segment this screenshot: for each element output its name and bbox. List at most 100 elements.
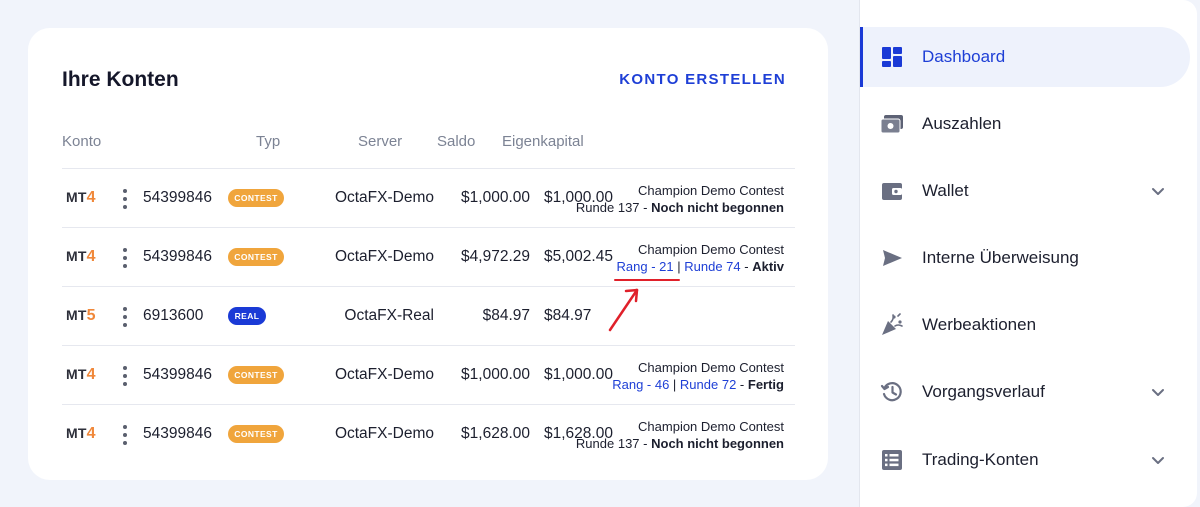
contest-status-line: Rang - 21 | Runde 74 - Aktiv bbox=[617, 258, 784, 275]
contest-round: Runde 137 bbox=[575, 200, 640, 215]
column-header-server: Server bbox=[358, 133, 403, 150]
type-badge: REAL bbox=[228, 307, 266, 325]
accounts-card: Ihre Konten KONTO ERSTELLEN Konto Typ Se… bbox=[28, 28, 828, 480]
platform-name: MT bbox=[66, 366, 87, 382]
annotation-underline bbox=[614, 279, 680, 281]
more-options-icon[interactable] bbox=[120, 189, 130, 209]
sidebar-item-label: Wallet bbox=[922, 181, 969, 200]
type-badge: CONTEST bbox=[228, 366, 284, 384]
history-icon bbox=[880, 380, 904, 404]
contest-name: Champion Demo Contest bbox=[638, 183, 784, 198]
more-options-icon[interactable] bbox=[120, 425, 130, 445]
platform-label: MT4 bbox=[66, 425, 96, 443]
contest-info: Champion Demo Contest Runde 137 - Noch n… bbox=[576, 418, 784, 452]
contest-info: Champion Demo Contest Rang - 46 | Runde … bbox=[612, 359, 784, 393]
chevron-down-icon[interactable] bbox=[1150, 183, 1166, 199]
platform-label: MT4 bbox=[66, 189, 96, 207]
equity-value: $5,002.45 bbox=[544, 248, 613, 265]
sidebar-item-interne-ueberweisung[interactable]: Interne Überweisung bbox=[860, 228, 1190, 288]
balance-value: $84.97 bbox=[482, 307, 530, 324]
column-header-saldo: Saldo bbox=[437, 133, 476, 150]
platform-name: MT bbox=[66, 307, 87, 323]
pipe-separator: | bbox=[673, 259, 685, 274]
contest-status: Noch nicht begonnen bbox=[651, 436, 784, 451]
sidebar-item-vorgangsverlauf[interactable]: Vorgangsverlauf bbox=[860, 362, 1190, 422]
sidebar-item-label: Interne Überweisung bbox=[922, 248, 1079, 267]
contest-status-line: Runde 137 - Noch nicht begonnen bbox=[576, 199, 784, 216]
platform-version: 4 bbox=[86, 425, 96, 442]
platform-label: MT4 bbox=[66, 366, 96, 384]
sidebar-item-label: Dashboard bbox=[922, 47, 1006, 66]
balance-value: $4,972.29 bbox=[461, 248, 530, 265]
server-name: OctaFX-Demo bbox=[334, 425, 434, 442]
server-name: OctaFX-Demo bbox=[334, 366, 434, 383]
contest-status: Noch nicht begonnen bbox=[651, 200, 784, 215]
chevron-down-icon[interactable] bbox=[1150, 384, 1166, 400]
account-number: 54399846 bbox=[143, 248, 212, 265]
sidebar-item-dashboard[interactable]: Dashboard bbox=[860, 27, 1190, 87]
table-row: MT4 54399846 CONTEST OctaFX-Demo $1,000.… bbox=[62, 168, 795, 227]
server-name: OctaFX-Demo bbox=[334, 248, 434, 265]
contest-status-line: Runde 137 - Noch nicht begonnen bbox=[576, 435, 784, 452]
type-badge: CONTEST bbox=[228, 425, 284, 443]
contest-round: Runde 137 bbox=[575, 436, 640, 451]
party-popper-icon bbox=[880, 313, 904, 337]
sidebar-item-label: Trading-Konten bbox=[922, 450, 1039, 469]
send-icon bbox=[880, 246, 904, 270]
type-badge: CONTEST bbox=[228, 248, 284, 266]
contest-info: Champion Demo Contest Rang - 21 | Runde … bbox=[617, 241, 784, 275]
more-options-icon[interactable] bbox=[120, 307, 130, 327]
more-options-icon[interactable] bbox=[120, 366, 130, 386]
account-number: 54399846 bbox=[143, 366, 212, 383]
account-number: 54399846 bbox=[143, 189, 212, 206]
sidebar-item-label: Werbeaktionen bbox=[922, 315, 1037, 334]
contest-separator: - bbox=[639, 200, 652, 215]
contest-separator: - bbox=[740, 259, 753, 274]
contest-name: Champion Demo Contest bbox=[638, 360, 784, 375]
list-icon bbox=[880, 448, 904, 472]
balance-value: $1,000.00 bbox=[461, 366, 530, 383]
table-row: MT4 54399846 CONTEST OctaFX-Demo $1,628.… bbox=[62, 404, 795, 463]
column-header-konto: Konto bbox=[62, 133, 102, 150]
create-account-button[interactable]: KONTO ERSTELLEN bbox=[619, 71, 786, 88]
equity-value: $1,000.00 bbox=[544, 366, 613, 383]
rank-link[interactable]: Rang - 21 bbox=[617, 259, 674, 274]
server-name: OctaFX-Demo bbox=[334, 189, 434, 206]
type-badge: CONTEST bbox=[228, 189, 284, 207]
chevron-down-icon[interactable] bbox=[1150, 452, 1166, 468]
sidebar-item-trading-konten[interactable]: Trading-Konten bbox=[860, 430, 1190, 490]
cash-icon bbox=[880, 112, 904, 136]
account-number: 6913600 bbox=[143, 307, 204, 324]
annotation-arrow-icon bbox=[608, 288, 639, 332]
round-link[interactable]: Runde 74 bbox=[684, 259, 740, 274]
more-options-icon[interactable] bbox=[120, 248, 130, 268]
sidebar-item-werbeaktionen[interactable]: Werbeaktionen bbox=[860, 295, 1190, 355]
round-link[interactable]: Runde 72 bbox=[680, 377, 736, 392]
sidebar-item-label: Vorgangsverlauf bbox=[922, 382, 1045, 401]
platform-version: 4 bbox=[86, 248, 96, 265]
contest-separator: - bbox=[639, 436, 652, 451]
pipe-separator: | bbox=[669, 377, 680, 392]
column-header-eigenkapital: Eigenkapital bbox=[502, 133, 584, 150]
rank-link[interactable]: Rang - 46 bbox=[612, 377, 669, 392]
server-name: OctaFX-Real bbox=[344, 307, 434, 324]
platform-version: 5 bbox=[86, 307, 96, 324]
sidebar: Dashboard Auszahlen Wallet Interne Überw… bbox=[859, 0, 1197, 507]
platform-label: MT4 bbox=[66, 248, 96, 266]
sidebar-item-auszahlen[interactable]: Auszahlen bbox=[860, 94, 1190, 154]
page-title: Ihre Konten bbox=[62, 68, 179, 91]
platform-version: 4 bbox=[86, 366, 96, 383]
platform-version: 4 bbox=[86, 189, 96, 206]
contest-name: Champion Demo Contest bbox=[638, 419, 784, 434]
balance-value: $1,628.00 bbox=[461, 425, 530, 442]
platform-label: MT5 bbox=[66, 307, 96, 325]
contest-status: Fertig bbox=[747, 377, 784, 392]
contest-info: Champion Demo Contest Runde 137 - Noch n… bbox=[576, 182, 784, 216]
contest-separator: - bbox=[736, 377, 748, 392]
sidebar-item-wallet[interactable]: Wallet bbox=[860, 161, 1190, 221]
contest-name: Champion Demo Contest bbox=[638, 242, 784, 257]
balance-value: $1,000.00 bbox=[461, 189, 530, 206]
wallet-icon bbox=[880, 179, 904, 203]
table-row: MT5 6913600 REAL OctaFX-Real $84.97 $84.… bbox=[62, 286, 795, 345]
contest-status: Aktiv bbox=[752, 259, 784, 274]
